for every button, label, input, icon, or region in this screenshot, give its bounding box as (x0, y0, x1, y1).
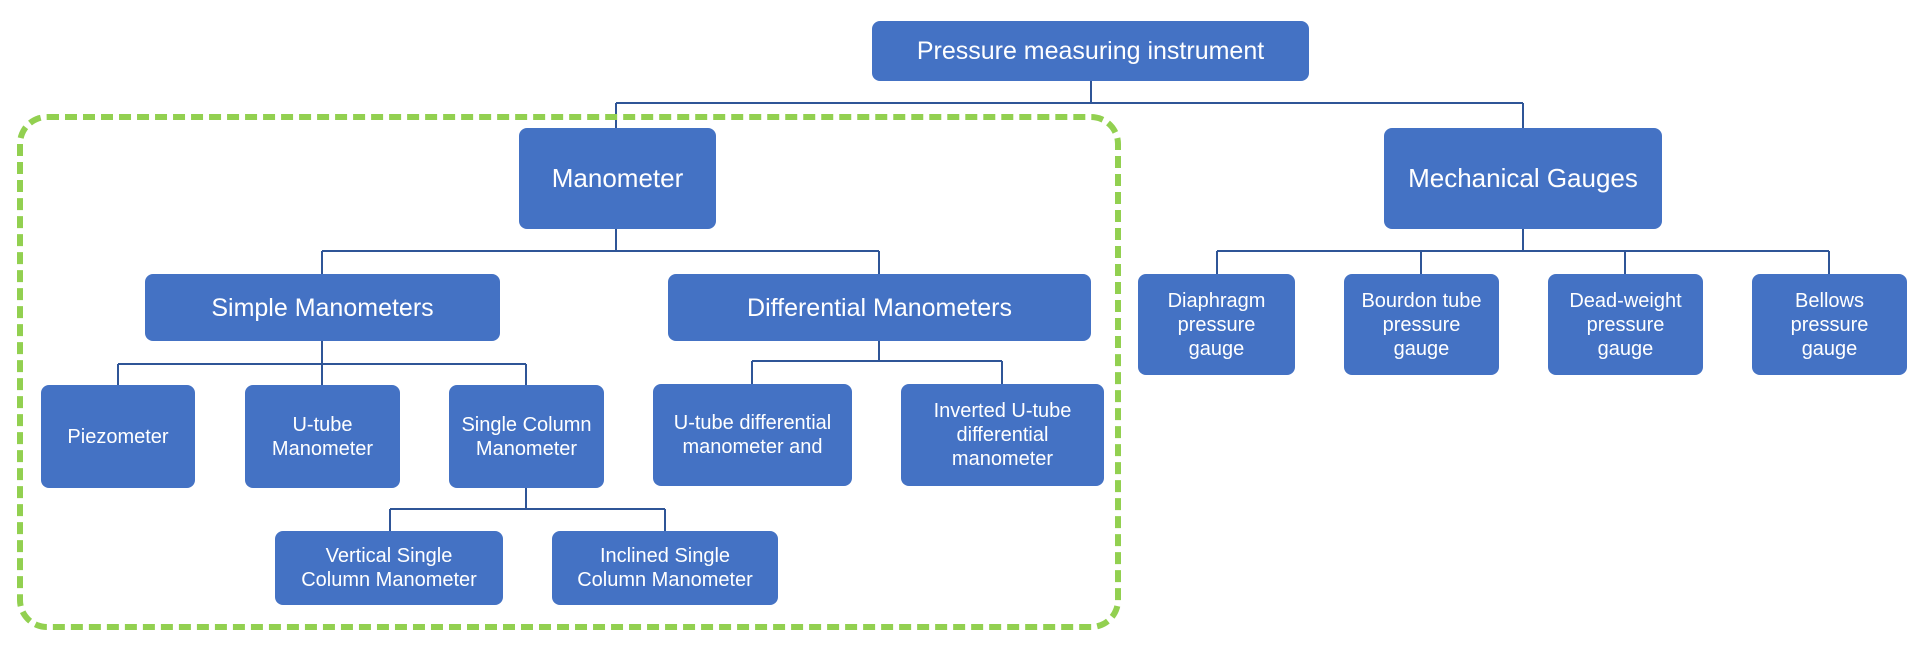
node-manometer: Manometer (519, 128, 716, 229)
node-label: Mechanical Gauges (1408, 162, 1638, 193)
node-label: Inclined Single Column Manometer (577, 545, 753, 591)
node-bellows-gauge: Bellows pressure gauge (1752, 274, 1907, 375)
node-simple-manometers: Simple Manometers (145, 274, 500, 341)
node-inclined-single-column: Inclined Single Column Manometer (552, 531, 778, 605)
node-label: Differential Manometers (747, 293, 1012, 322)
node-label: U-tube differential manometer and (673, 412, 832, 458)
node-label: Pressure measuring instrument (916, 37, 1265, 65)
node-label: Dead-weight pressure gauge (1569, 289, 1682, 360)
node-label: U-tube Manometer (271, 413, 374, 460)
node-label: Inverted U-tube differential manometer (933, 400, 1072, 470)
node-u-tube-manometer: U-tube Manometer (245, 385, 400, 488)
node-single-column-manometer: Single Column Manometer (449, 385, 604, 488)
node-dead-weight-gauge: Dead-weight pressure gauge (1548, 274, 1703, 375)
node-differential-manometers: Differential Manometers (668, 274, 1091, 341)
node-vertical-single-column: Vertical Single Column Manometer (275, 531, 503, 605)
connector-mechanical (1216, 229, 1830, 274)
node-label: Manometer (551, 162, 684, 193)
node-label: Diaphragm pressure gauge (1167, 289, 1266, 360)
node-diaphragm-gauge: Diaphragm pressure gauge (1138, 274, 1295, 375)
node-label: Simple Manometers (211, 293, 434, 322)
node-bourdon-tube-gauge: Bourdon tube pressure gauge (1344, 274, 1499, 375)
node-label: Bellows pressure gauge (1790, 289, 1869, 360)
node-label: Single Column Manometer (461, 413, 592, 460)
node-inverted-u-tube-differential: Inverted U-tube differential manometer (901, 384, 1104, 486)
node-root: Pressure measuring instrument (872, 21, 1309, 81)
node-u-tube-differential: U-tube differential manometer and (653, 384, 852, 486)
node-piezometer: Piezometer (41, 385, 195, 488)
node-label: Vertical Single Column Manometer (301, 545, 477, 591)
node-mechanical-gauges: Mechanical Gauges (1384, 128, 1662, 229)
node-label: Bourdon tube pressure gauge (1361, 289, 1482, 360)
node-label: Piezometer (67, 425, 169, 448)
